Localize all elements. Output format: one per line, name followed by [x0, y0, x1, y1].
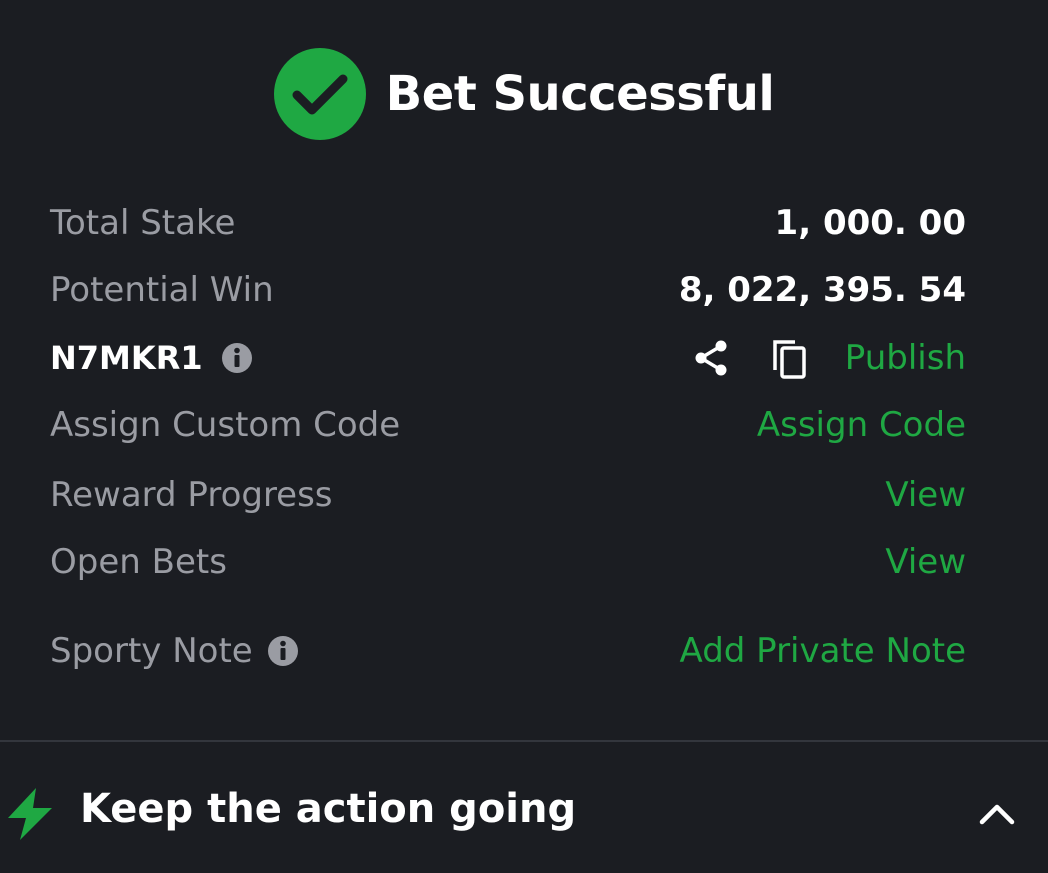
- potential-win-value: 8, 022, 395. 54: [678, 270, 966, 310]
- info-icon[interactable]: [267, 635, 299, 667]
- booking-code-text: N7MKR1: [50, 339, 203, 377]
- reward-progress-row: Reward Progress View: [50, 467, 966, 523]
- open-bets-label: Open Bets: [50, 542, 227, 582]
- assign-custom-code-label: Assign Custom Code: [50, 405, 401, 445]
- chevron-up-icon[interactable]: [976, 796, 1018, 832]
- assign-custom-code-row: Assign Custom Code Assign Code: [50, 397, 966, 453]
- sporty-note-row: Sporty Note Add Private Note: [50, 623, 966, 679]
- booking-code-row: N7MKR1 Publish: [50, 330, 966, 386]
- total-stake-value: 1, 000. 00: [774, 203, 966, 243]
- booking-code-actions: Publish: [689, 336, 966, 380]
- lightning-bolt-icon: [6, 788, 54, 840]
- publish-link[interactable]: Publish: [845, 338, 966, 378]
- keep-action-going-section[interactable]: Keep the action going: [0, 742, 1048, 873]
- bet-success-header: Bet Successful: [0, 48, 1048, 140]
- reward-progress-view-link[interactable]: View: [885, 475, 966, 515]
- keep-action-going-title: Keep the action going: [80, 786, 577, 832]
- open-bets-view-link[interactable]: View: [885, 542, 966, 582]
- add-private-note-link[interactable]: Add Private Note: [680, 631, 966, 671]
- potential-win-label: Potential Win: [50, 270, 274, 310]
- check-circle-icon: [273, 48, 366, 140]
- open-bets-row: Open Bets View: [50, 534, 966, 590]
- info-icon[interactable]: [221, 342, 253, 374]
- total-stake-label: Total Stake: [50, 203, 236, 243]
- page-title: Bet Successful: [385, 66, 775, 122]
- reward-progress-label: Reward Progress: [50, 475, 333, 515]
- sporty-note-label-group: Sporty Note: [50, 631, 299, 671]
- booking-code: N7MKR1: [50, 339, 253, 377]
- assign-code-link[interactable]: Assign Code: [757, 405, 966, 445]
- total-stake-row: Total Stake 1, 000. 00: [50, 195, 966, 251]
- share-icon[interactable]: [689, 336, 733, 380]
- copy-icon[interactable]: [767, 336, 811, 380]
- sporty-note-label: Sporty Note: [50, 631, 253, 671]
- potential-win-row: Potential Win 8, 022, 395. 54: [50, 262, 966, 318]
